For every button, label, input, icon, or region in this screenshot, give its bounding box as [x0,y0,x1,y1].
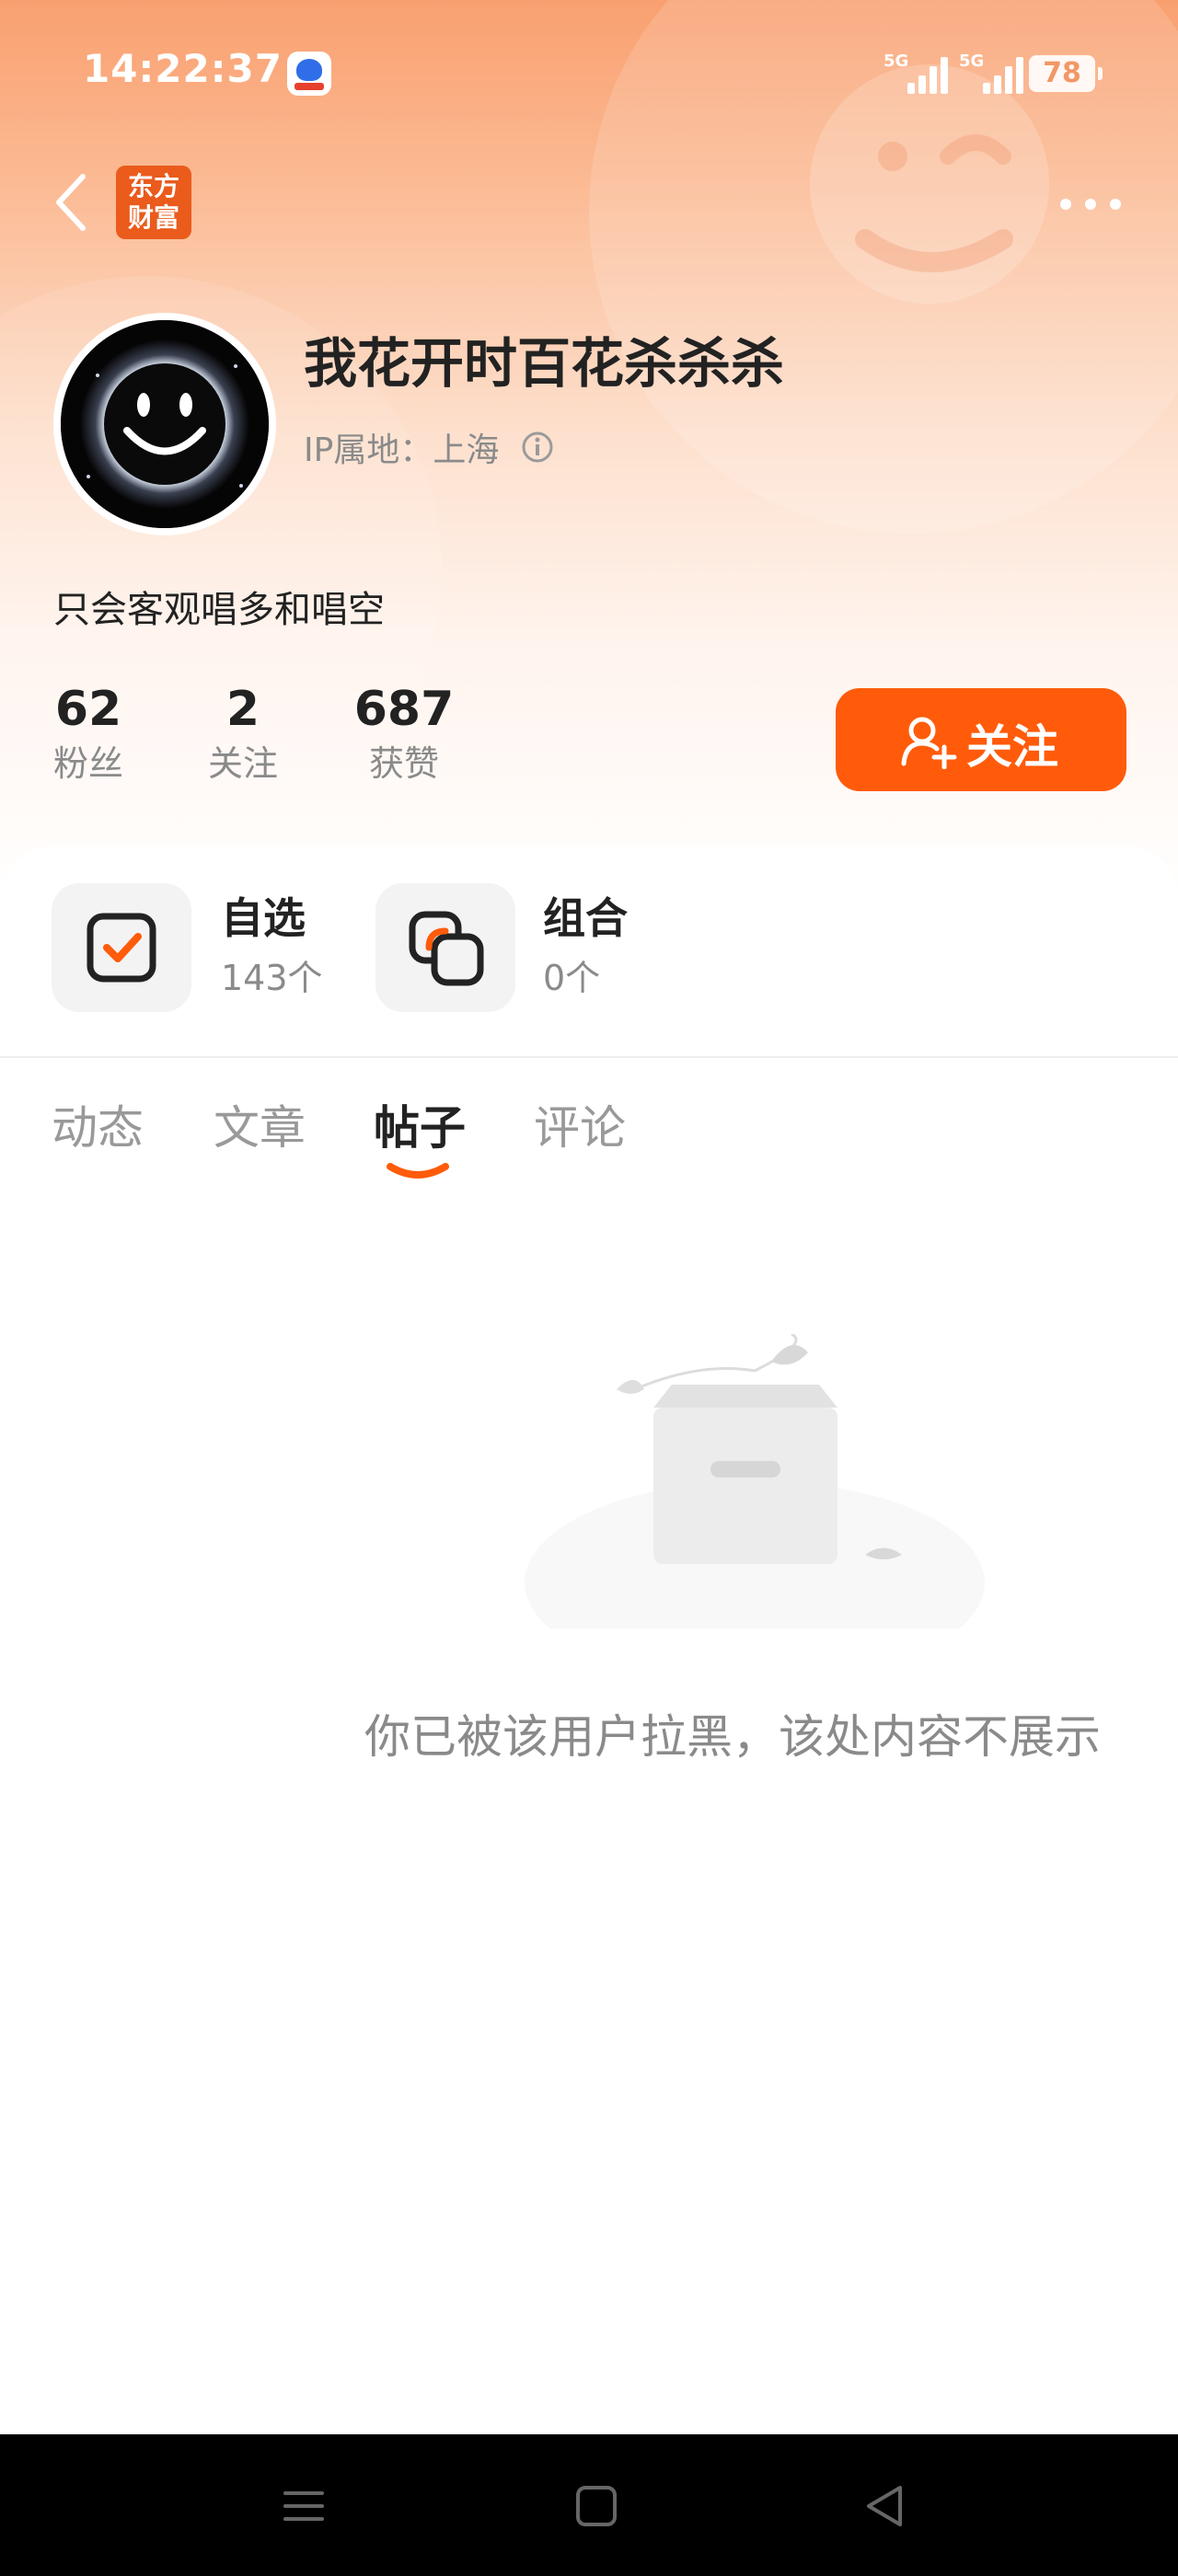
username: 我花开时百花杀杀杀 [304,332,785,395]
empty-box-icon [525,1334,985,1628]
section-divider [0,1056,1178,1058]
portfolio-tile[interactable] [375,883,515,1012]
chevron-left-icon [56,174,86,231]
follow-button[interactable]: 关注 [836,688,1126,791]
system-navigation-bar [0,2434,1178,2576]
ip-location: IP属地：上海 [304,431,500,469]
portfolio-title[interactable]: 组合 [543,885,628,946]
info-icon[interactable] [521,431,554,464]
app-logo: 东方 财富 [116,166,191,239]
stat-fans-value: 62 [54,682,122,737]
back-button[interactable] [48,166,94,239]
user-bio: 只会客观唱多和唱空 [53,589,385,631]
avatar-image [61,320,269,528]
stat-likes-value: 687 [353,682,455,737]
portfolio-count: 0个 [543,958,601,998]
tab-posts[interactable]: 帖子 [374,1091,466,1157]
stat-likes[interactable]: 687 获赞 [353,681,455,789]
follow-button-label: 关注 [966,720,1058,774]
stat-following[interactable]: 2 关注 [206,681,280,789]
home-icon[interactable] [569,2478,624,2534]
active-tab-indicator [387,1163,449,1179]
baidu-app-icon [287,52,331,96]
empty-state-message: 你已被该用户拉黑，该处内容不展示 [364,1710,1101,1764]
tab-articles[interactable]: 文章 [214,1091,306,1157]
watchlist-count: 143个 [221,958,323,998]
tab-dynamics[interactable]: 动态 [52,1091,144,1157]
stat-likes-label: 获赞 [368,743,439,784]
watchlist-title[interactable]: 自选 [221,885,306,946]
stat-following-label: 关注 [207,743,278,784]
portfolio-icon [409,911,484,986]
stat-fans[interactable]: 62 粉丝 [52,681,125,789]
stat-fans-label: 粉丝 [52,743,123,784]
watchlist-icon [87,913,156,983]
smiley-face-avatar-icon [61,320,269,528]
more-options-button[interactable] [1049,180,1132,224]
status-time: 14:22:37 [83,46,283,91]
avatar[interactable] [53,313,276,535]
stat-following-value: 2 [225,682,260,737]
back-triangle-icon[interactable] [858,2478,913,2534]
battery-icon: 78 [1029,55,1103,92]
menu-icon[interactable] [276,2478,331,2534]
status-bar: 14:22:37 5G 5G 78 [0,0,1178,147]
watchlist-tile[interactable] [52,883,191,1012]
add-user-icon [901,717,957,769]
tab-comments[interactable]: 评论 [534,1091,626,1157]
